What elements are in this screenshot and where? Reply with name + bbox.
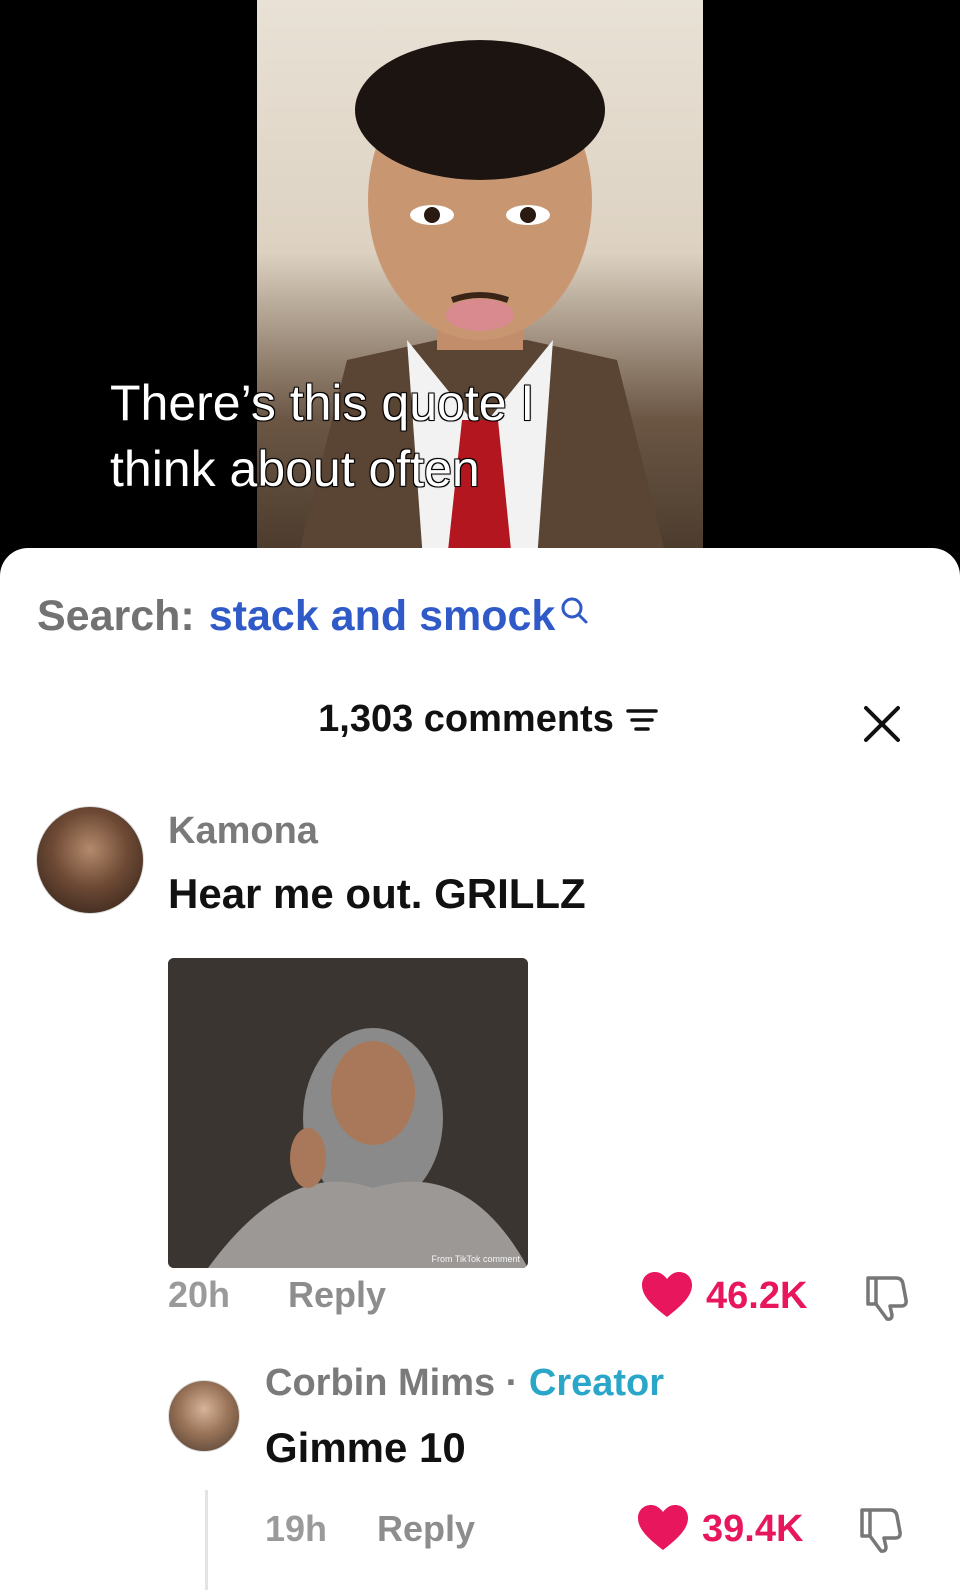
search-term-link[interactable]: stack and smock [209,592,556,641]
comment-text: Hear me out. GRILLZ [168,870,586,917]
dislike-icon[interactable] [856,1502,908,1554]
search-prefix: Search: [37,592,195,640]
comments-sheet: Search: stack and smock 1,303 comments K… [0,548,960,1596]
heart-icon[interactable] [640,1270,694,1320]
reply-text: Gimme 10 [265,1424,466,1471]
reply-time: 19h [265,1508,328,1549]
comments-header: 1,303 comments [0,698,960,741]
comment-username[interactable]: Kamona [168,810,318,853]
username-separator: · [495,1362,529,1404]
thread-line [205,1490,208,1590]
reply-username[interactable]: Corbin Mims [265,1362,495,1404]
creator-avatar[interactable] [168,1380,240,1452]
comments-count: 1,303 comments [318,698,614,740]
image-watermark: From TikTok comment [431,1254,520,1264]
sort-filter-icon[interactable] [622,705,662,735]
reply-username-row: Corbin Mims · Creator [265,1362,664,1405]
heart-icon[interactable] [636,1503,690,1553]
video-player[interactable]: There’s this quote I think about often [0,0,960,560]
avatar[interactable] [36,806,144,914]
search-icon[interactable] [559,596,589,626]
comment-time: 20h [168,1274,231,1315]
like-count: 46.2K [706,1275,808,1317]
comment-image[interactable]: From TikTok comment [168,958,528,1268]
reply-button[interactable]: Reply [288,1274,386,1316]
search-suggestion[interactable]: Search: stack and smock [37,592,589,641]
close-icon[interactable] [860,702,904,746]
creator-badge: Creator [528,1362,665,1404]
comment-image-illustration [168,958,528,1268]
reply-like-count: 39.4K [702,1508,804,1550]
video-caption: There’s this quote I think about often [110,375,535,497]
reply-reply-button[interactable]: Reply [377,1508,475,1550]
dislike-icon[interactable] [862,1270,914,1322]
